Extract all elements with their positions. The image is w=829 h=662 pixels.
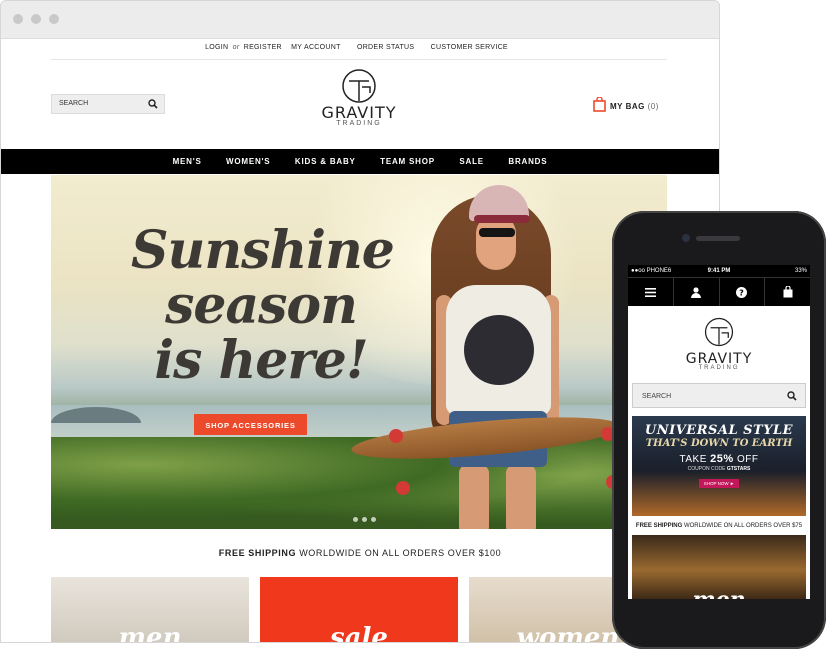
register-link[interactable]: REGISTER xyxy=(244,44,282,51)
hero-headline-line2: season xyxy=(165,275,358,336)
carousel-dot[interactable] xyxy=(353,517,358,522)
mobile-logo-subtitle: TRADING xyxy=(698,365,740,371)
promo-coupon-label: COUPON CODE xyxy=(687,466,726,472)
nav-item-mens[interactable]: MEN'S xyxy=(173,149,202,174)
model-face xyxy=(476,215,516,270)
nav-item-team-shop[interactable]: TEAM SHOP xyxy=(380,149,435,174)
bag-count: (0) xyxy=(647,102,659,111)
tile-label-men: men xyxy=(118,623,182,643)
model-leg-left xyxy=(459,465,489,529)
category-tile-sale[interactable]: sale xyxy=(260,577,458,643)
main-nav: MEN'S WOMEN'S KIDS & BABY TEAM SHOP SALE… xyxy=(1,149,719,174)
search-icon[interactable] xyxy=(148,99,158,109)
window-minimize-dot[interactable] xyxy=(31,14,41,24)
carousel-dot[interactable] xyxy=(371,517,376,522)
free-shipping-bold: FREE SHIPPING xyxy=(218,548,297,558)
nav-item-kids-baby[interactable]: KIDS & BABY xyxy=(295,149,356,174)
my-account-link[interactable]: MY ACCOUNT xyxy=(291,44,341,51)
browser-titlebar xyxy=(1,1,719,39)
order-status-link[interactable]: ORDER STATUS xyxy=(357,44,414,51)
mobile-icon-bar: ? xyxy=(628,277,810,306)
gt-logo-mark-icon xyxy=(704,317,734,347)
nav-item-sale[interactable]: SALE xyxy=(459,149,484,174)
model-sunglasses xyxy=(479,228,515,237)
bag-label: MY BAG xyxy=(610,102,645,111)
utility-nav: LOGIN or REGISTER MY ACCOUNT ORDER STATU… xyxy=(1,44,719,51)
mobile-menu-button[interactable] xyxy=(628,278,674,306)
or-text: or xyxy=(232,44,240,51)
mobile-free-shipping-bold: FREE SHIPPING xyxy=(635,523,683,529)
hero-headline: Sunshine season is here! xyxy=(131,220,395,391)
promo-subtitle: THAT'S DOWN TO EARTH xyxy=(645,438,793,449)
search-input[interactable]: SEARCH xyxy=(51,94,165,114)
mobile-help-button[interactable]: ? xyxy=(720,278,766,306)
mobile-phone-mockup: ●●oo PHONE6 9:41 PM 33% ? GRAVITY TRADIN… xyxy=(612,211,826,649)
battery-level: 33% xyxy=(794,268,807,274)
logo-subtitle: TRADING xyxy=(336,120,382,127)
mobile-free-shipping-text: WORLDWIDE ON ALL ORDERS OVER $75 xyxy=(683,523,803,529)
user-icon xyxy=(691,286,702,298)
promo-discount: TAKE 25% OFF xyxy=(632,453,806,465)
gt-logo-mark-icon xyxy=(342,69,376,103)
promo-coupon: COUPON CODE GTSTARS xyxy=(632,466,806,472)
hero-headline-line1: Sunshine xyxy=(131,220,395,281)
my-bag-button[interactable]: MY BAG (0) xyxy=(593,96,659,112)
nav-item-womens[interactable]: WOMEN'S xyxy=(226,149,270,174)
tile-label-sale: sale xyxy=(330,623,388,643)
model-leg-right xyxy=(506,465,536,529)
window-maximize-dot[interactable] xyxy=(49,14,59,24)
promo-take: TAKE xyxy=(679,454,707,465)
promo-title: UNIVERSAL STYLE xyxy=(644,423,794,438)
phone-screen: ●●oo PHONE6 9:41 PM 33% ? GRAVITY TRADIN… xyxy=(628,265,810,599)
mobile-category-tile-men[interactable]: men xyxy=(632,535,806,599)
carousel-dots xyxy=(351,509,378,527)
hamburger-menu-icon xyxy=(644,287,656,297)
free-shipping-text: WORLDWIDE ON ALL ORDERS OVER $100 xyxy=(299,548,502,558)
promo-shop-now-button[interactable]: SHOP NOW ► xyxy=(698,479,740,488)
mobile-search-input[interactable]: SEARCH xyxy=(632,383,806,408)
search-icon[interactable] xyxy=(787,391,797,401)
mobile-account-button[interactable] xyxy=(674,278,720,306)
svg-text:?: ? xyxy=(740,288,745,297)
phone-speaker xyxy=(696,236,740,241)
promo-off: OFF xyxy=(736,454,759,465)
search-placeholder: SEARCH xyxy=(59,100,89,107)
mobile-bag-button[interactable] xyxy=(765,278,810,306)
site-logo[interactable]: GRAVITY TRADING xyxy=(301,67,417,127)
carousel-dot[interactable] xyxy=(362,517,367,522)
promo-coupon-code: GTSTARS xyxy=(726,466,751,472)
customer-service-link[interactable]: CUSTOMER SERVICE xyxy=(431,44,508,51)
nav-item-brands[interactable]: BRANDS xyxy=(508,149,547,174)
mobile-free-shipping: FREE SHIPPING WORLDWIDE ON ALL ORDERS OV… xyxy=(628,523,810,529)
help-icon: ? xyxy=(736,286,748,298)
model-cap-brim xyxy=(474,215,530,223)
phone-status-bar: ●●oo PHONE6 9:41 PM 33% xyxy=(628,265,810,277)
shop-accessories-button[interactable]: SHOP ACCESSORIES xyxy=(194,414,307,435)
status-time: 9:41 PM xyxy=(707,268,731,274)
login-link[interactable]: LOGIN xyxy=(205,44,228,51)
mobile-search-placeholder: SEARCH xyxy=(642,393,672,400)
shopping-bag-icon xyxy=(783,286,793,298)
hero-headline-line3: is here! xyxy=(154,330,368,391)
skateboard-wheel xyxy=(396,481,410,495)
model-shirt-circle xyxy=(464,315,534,385)
header-divider xyxy=(51,59,667,60)
shopping-bag-icon xyxy=(593,96,606,112)
window-close-dot[interactable] xyxy=(13,14,23,24)
phone-camera xyxy=(682,234,690,242)
mobile-tile-label: men xyxy=(632,587,806,599)
mobile-promo-banner[interactable]: UNIVERSAL STYLE THAT'S DOWN TO EARTH TAK… xyxy=(632,416,806,516)
promo-percent: 25% xyxy=(710,453,734,465)
mobile-logo[interactable]: GRAVITY TRADING xyxy=(628,316,810,371)
skateboard-wheel xyxy=(389,429,403,443)
hero-banner[interactable]: Sunshine season is here! SHOP ACCESSORIE… xyxy=(51,175,667,529)
category-tile-men[interactable]: men xyxy=(51,577,249,643)
